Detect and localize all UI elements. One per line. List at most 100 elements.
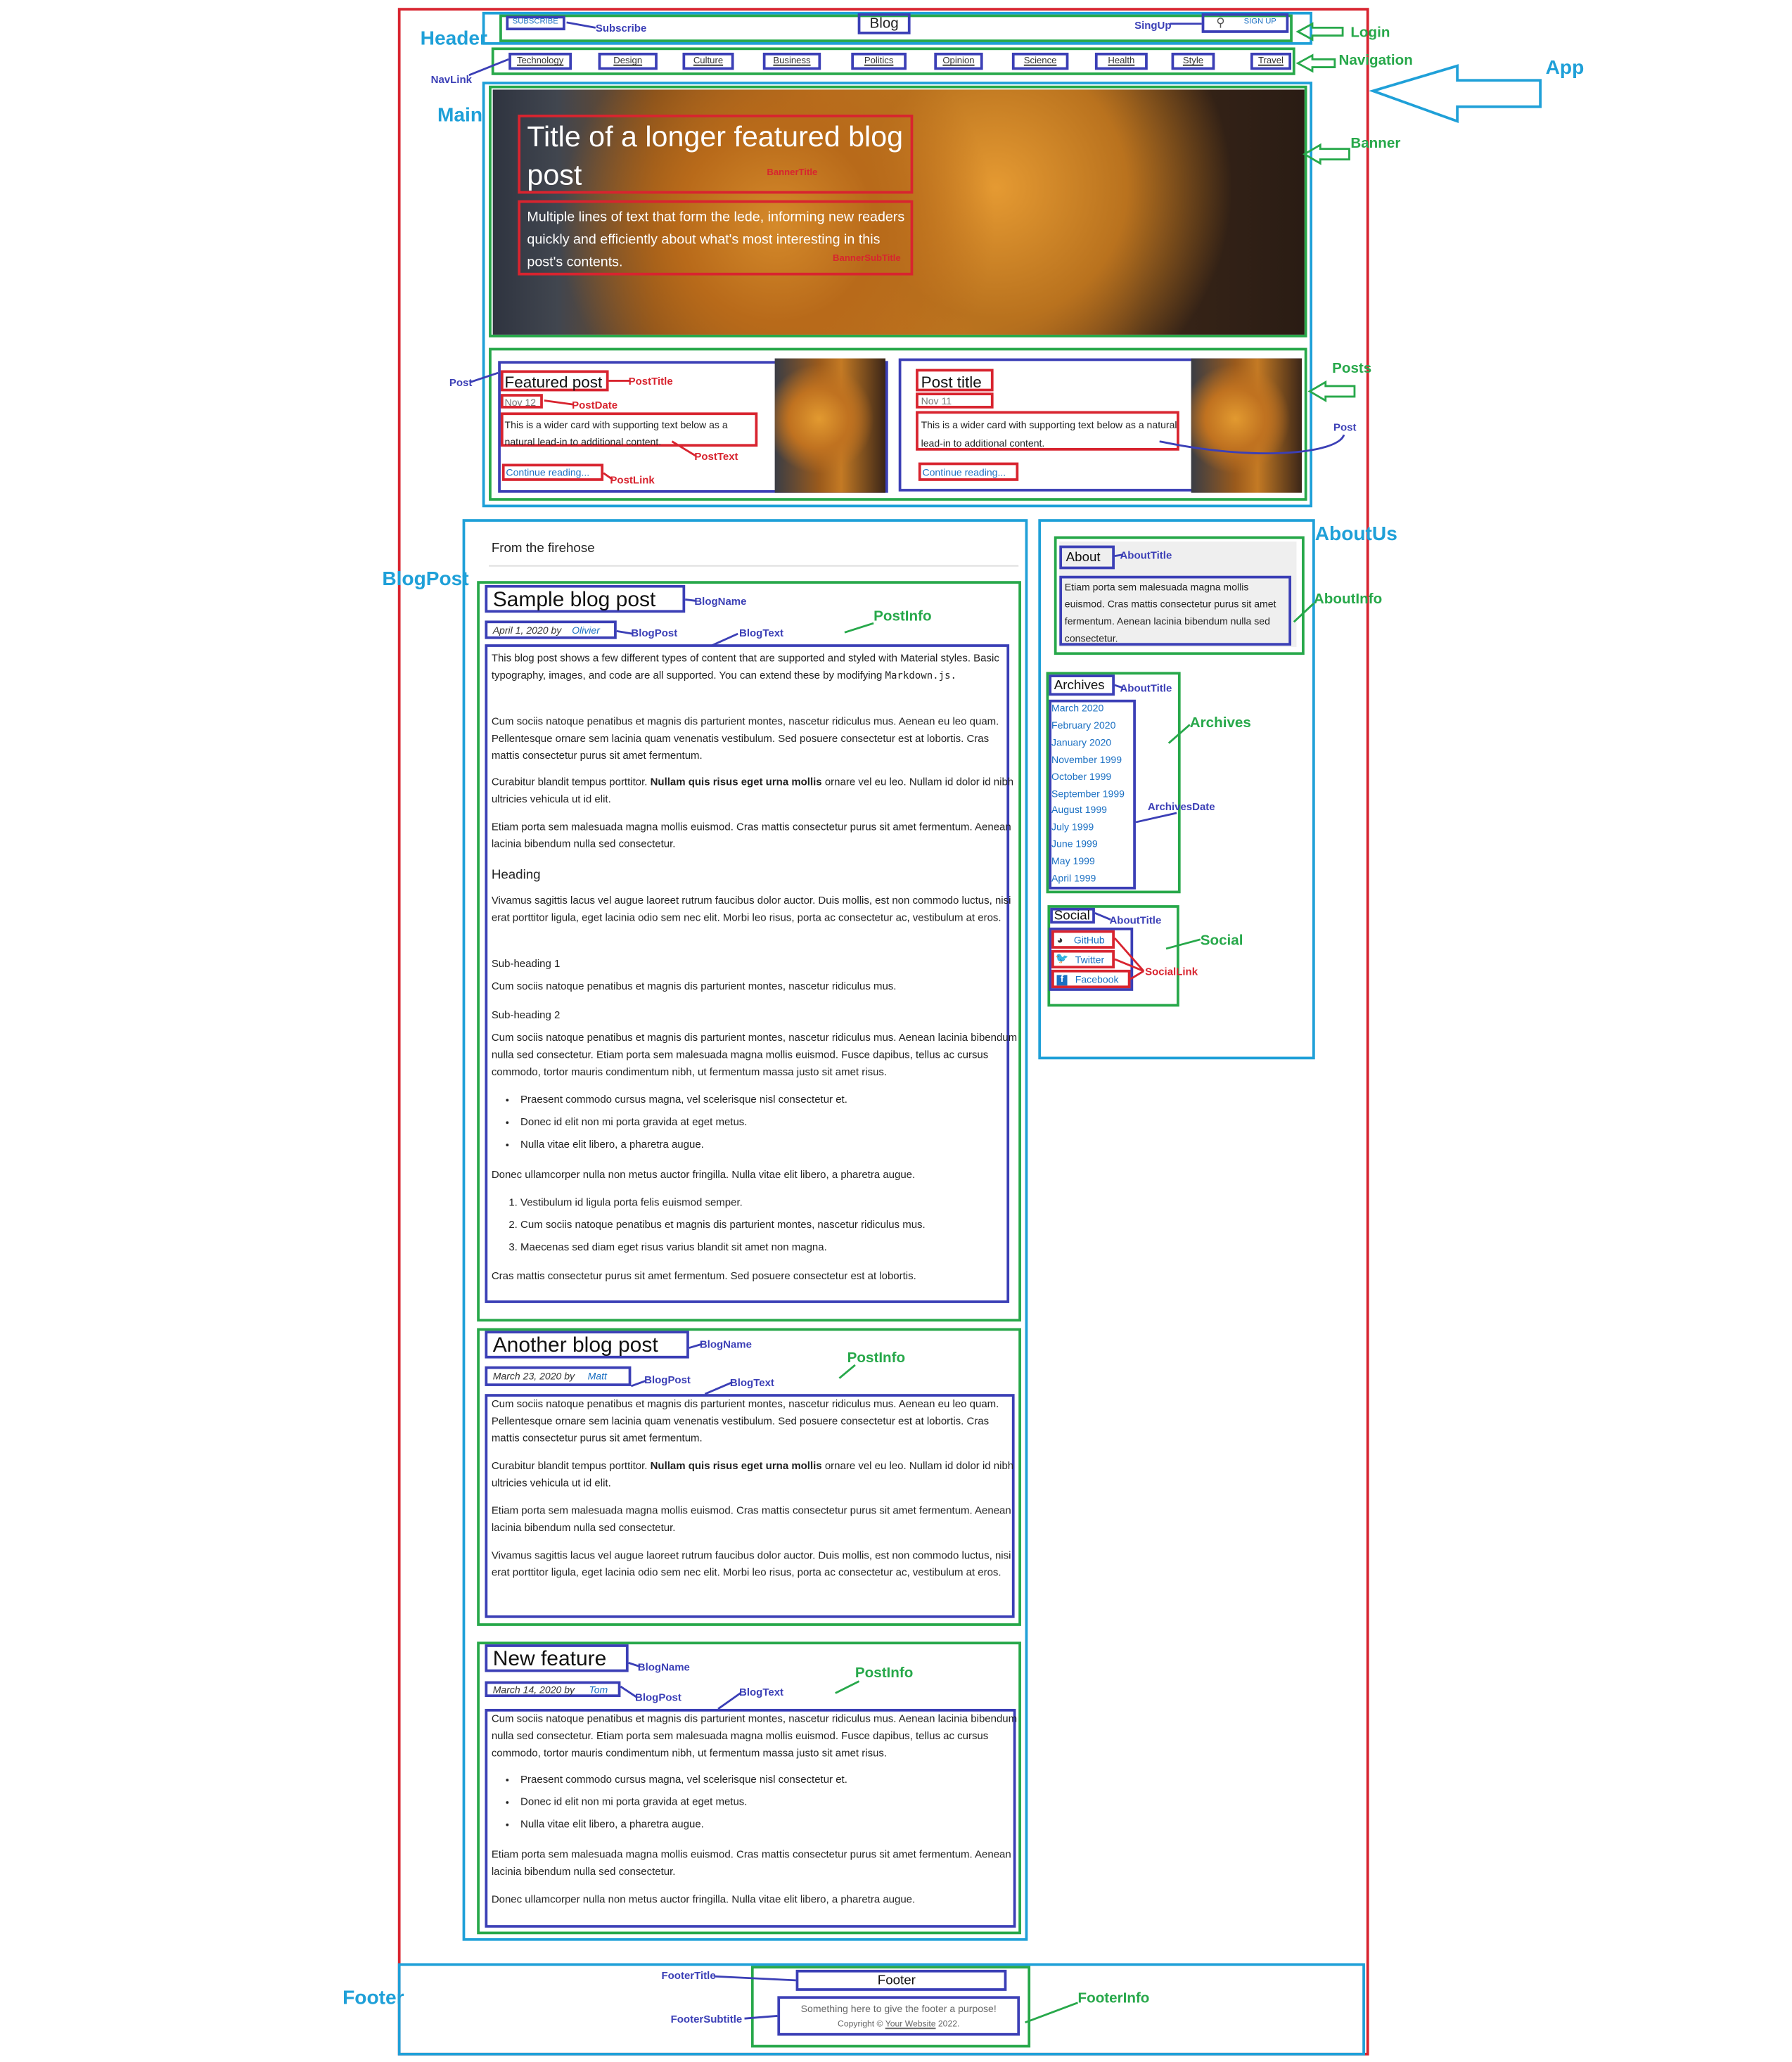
blog-name-2: Another blog post <box>492 1334 658 1357</box>
banner-subtitle-box: Multiple lines of text that form the led… <box>518 200 914 276</box>
blog2-p3: Etiam porta sem malesuada magna mollis e… <box>491 1504 1011 1534</box>
blog-title-text: Blog <box>869 15 899 32</box>
social-link-box-github[interactable]: ◕ GitHub <box>1051 930 1115 949</box>
post-title-1: Featured post <box>504 373 603 392</box>
nav-link-health[interactable]: Health <box>1094 52 1148 70</box>
post-link-2[interactable]: Continue reading... <box>922 465 1006 480</box>
list-item: Vestibulum id ligula porta felis euismod… <box>520 1191 1035 1214</box>
archive-date-link[interactable]: June 1999 <box>1051 838 1098 850</box>
nav-link-culture[interactable]: Culture <box>682 52 734 70</box>
post-date-box-1: Nov 12 <box>500 394 543 409</box>
blog-date-3: March 14, 2020 by <box>492 1684 575 1696</box>
blog3-p3: Donec ullamcorper nulla non metus auctor… <box>491 1893 916 1906</box>
archive-date-link[interactable]: October 1999 <box>1051 770 1111 782</box>
post-title-box-1: Featured post <box>500 370 609 392</box>
annotation-posttext: PostText <box>694 450 738 463</box>
blog1-intro: This blog post shows a few different typ… <box>491 652 999 681</box>
nav-link-label: Science <box>1023 56 1057 66</box>
post-link-1[interactable]: Continue reading... <box>506 466 589 480</box>
social-link-facebook[interactable]: Facebook <box>1075 974 1119 986</box>
annotation-login: Login <box>1350 25 1390 41</box>
annotation-subscribe: Subscribe <box>595 22 647 34</box>
archive-date-link[interactable]: September 1999 <box>1051 787 1125 799</box>
annotation-posttitle: PostTitle <box>628 375 673 388</box>
blog1-heading: Heading <box>491 868 541 883</box>
blog-name-3: New feature <box>492 1648 607 1671</box>
blog1-p1: Cum sociis natoque penatibus et magnis d… <box>491 715 999 762</box>
footer-subtitle: Something here to give the footer a purp… <box>800 2002 997 2015</box>
post-text-1: This is a wider card with supporting tex… <box>504 418 728 448</box>
social-link-box-twitter[interactable]: 🐦 Twitter <box>1051 949 1115 969</box>
annotation-abouttitle-3: AboutTitle <box>1109 914 1162 927</box>
subscribe-button[interactable]: SUBSCRIBE <box>506 15 565 31</box>
annotation-navigation: Navigation <box>1338 52 1413 69</box>
subscribe-label: SUBSCRIBE <box>512 18 558 27</box>
nav-link-label: Travel <box>1257 56 1284 66</box>
list-item: Maecenas sed diam eget risus varius blan… <box>520 1236 1035 1258</box>
archive-date-link[interactable]: March 2020 <box>1051 703 1103 715</box>
nav-link-label: Business <box>773 56 811 66</box>
blog1-sub1: Sub-heading 1 <box>491 958 561 970</box>
firehose-divider <box>489 565 1019 567</box>
footer-title-box: Footer <box>795 1969 1007 1991</box>
annotation-blogpost: BlogPost <box>382 568 469 591</box>
list-item: Donec id elit non mi porta gravida at eg… <box>520 1110 1035 1133</box>
archive-date-link[interactable]: January 2020 <box>1051 736 1111 748</box>
about-title: About <box>1065 551 1101 565</box>
annotation-postinfo-3: PostInfo <box>855 1665 914 1682</box>
blog1-code: Markdown.js. <box>885 669 957 681</box>
annotation-archives: Archives <box>1189 715 1251 731</box>
annotation-blogpost-2: BlogPost <box>644 1374 691 1386</box>
nav-link-travel[interactable]: Travel <box>1250 52 1292 70</box>
annotation-header: Header <box>420 27 487 51</box>
archive-date-link[interactable]: April 1999 <box>1051 872 1096 884</box>
nav-link-style[interactable]: Style <box>1171 52 1215 70</box>
annotation-blogname-2: BlogName <box>699 1338 752 1351</box>
blog-author-2[interactable]: Matt <box>588 1370 607 1382</box>
blog2-p1: Cum sociis natoque penatibus et magnis d… <box>491 1397 999 1445</box>
annotation-postinfo-1: PostInfo <box>873 608 932 625</box>
nav-link-opinion[interactable]: Opinion <box>934 52 983 70</box>
archive-date-link[interactable]: May 1999 <box>1051 855 1095 867</box>
blog1-p3: Etiam porta sem malesuada magna mollis e… <box>491 821 1011 850</box>
annotation-signup: SingUp <box>1134 20 1172 32</box>
annotation-main: Main <box>437 104 483 127</box>
nav-link-business[interactable]: Business <box>762 52 821 70</box>
social-link-twitter[interactable]: Twitter <box>1075 954 1104 966</box>
blog1-p4: Vivamus sagittis lacus vel augue laoreet… <box>491 895 1011 924</box>
blog-author-3[interactable]: Tom <box>589 1684 608 1696</box>
annotation-blogpost-1: BlogPost <box>631 627 678 639</box>
annotation-blogpost-3: BlogPost <box>635 1691 681 1704</box>
list-item: Donec id elit non mi porta gravida at eg… <box>520 1791 1035 1813</box>
archive-date-link[interactable]: July 1999 <box>1051 821 1094 833</box>
post-text-2: This is a wider card with supporting tex… <box>921 418 1177 449</box>
archive-date-link[interactable]: November 1999 <box>1051 753 1122 765</box>
list-item: Praesent commodo cursus magna, vel scele… <box>520 1768 1035 1791</box>
about-text: Etiam porta sem malesuada magna mollis e… <box>1064 581 1276 645</box>
banner-title-label: BannerTitle <box>767 168 818 178</box>
annotation-blogtext-2: BlogText <box>729 1376 774 1389</box>
annotation-postdate: PostDate <box>572 399 618 411</box>
search-icon[interactable]: ⚲ <box>1216 15 1224 30</box>
footer-copyright: Copyright © Your Website 2022. <box>838 2020 960 2030</box>
post-link-box-1[interactable]: Continue reading... <box>501 463 604 481</box>
annotation-aboutus: AboutUs <box>1314 523 1397 546</box>
blog-author-1[interactable]: Olivier <box>572 625 600 636</box>
nav-link-label: Culture <box>693 56 724 66</box>
blog3-p2: Etiam porta sem malesuada magna mollis e… <box>491 1848 1011 1878</box>
annotation-postinfo-2: PostInfo <box>847 1350 906 1366</box>
diagram-stage: SUBSCRIBE Blog ⚲ SIGN UP Technology Desig… <box>0 0 1792 2062</box>
post-link-box-2[interactable]: Continue reading... <box>918 462 1019 481</box>
signup-button[interactable]: SIGN UP <box>1244 18 1276 26</box>
nav-link-technology[interactable]: Technology <box>508 52 572 70</box>
nav-link-science[interactable]: Science <box>1011 52 1069 70</box>
archive-date-link[interactable]: August 1999 <box>1051 805 1107 817</box>
social-link-github[interactable]: GitHub <box>1074 934 1105 946</box>
social-link-box-facebook[interactable]: f Facebook <box>1051 969 1131 989</box>
footer-website-link[interactable]: Your Website <box>885 2020 936 2029</box>
nav-link-politics[interactable]: Politics <box>851 52 907 70</box>
annotation-abouttitle-1: AboutTitle <box>1120 549 1172 562</box>
annotation-app: App <box>1545 56 1585 79</box>
nav-link-design[interactable]: Design <box>598 52 658 70</box>
archive-date-link[interactable]: February 2020 <box>1051 719 1115 731</box>
